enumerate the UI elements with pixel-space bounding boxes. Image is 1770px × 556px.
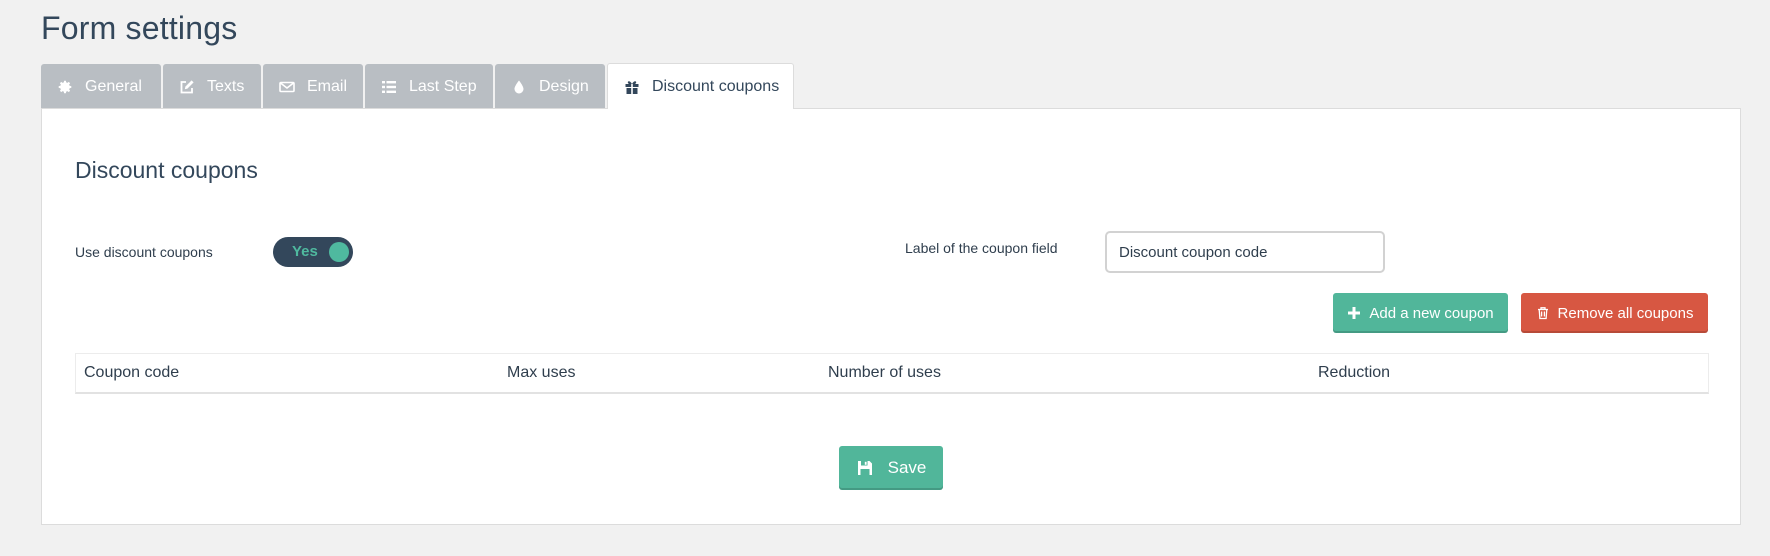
tab-label: General	[85, 77, 142, 95]
tab-discount-coupons[interactable]: Discount coupons	[607, 63, 794, 109]
gift-icon	[624, 79, 640, 95]
list-icon	[381, 79, 397, 95]
tab-label: Email	[307, 77, 348, 95]
save-button[interactable]: Save	[839, 446, 943, 490]
tab-general[interactable]: General	[41, 64, 161, 109]
remove-all-coupons-button[interactable]: Remove all coupons	[1521, 293, 1708, 333]
section-title: Discount coupons	[75, 157, 258, 183]
use-discount-coupons-toggle[interactable]: Yes	[273, 237, 353, 267]
gear-icon	[57, 79, 73, 95]
column-max-uses[interactable]: Max uses	[507, 364, 575, 382]
add-coupon-button[interactable]: Add a new coupon	[1333, 293, 1508, 333]
use-discount-coupons-label: Use discount coupons	[75, 244, 213, 260]
floppy-disk-icon	[856, 459, 874, 477]
tab-label: Texts	[207, 77, 245, 95]
coupons-table-header: Coupon code Max uses Number of uses Redu…	[75, 353, 1709, 394]
tab-design[interactable]: Design	[495, 64, 605, 109]
tab-last-step[interactable]: Last Step	[365, 64, 493, 109]
droplet-icon	[511, 79, 527, 95]
column-coupon-code[interactable]: Coupon code	[84, 364, 179, 382]
toggle-state-text: Yes	[292, 243, 318, 260]
tab-label: Discount coupons	[652, 77, 780, 95]
trash-icon	[1536, 306, 1550, 320]
toggle-knob	[329, 242, 349, 262]
column-reduction[interactable]: Reduction	[1318, 364, 1390, 382]
tab-label: Last Step	[409, 77, 477, 95]
page-title: Form settings	[41, 10, 238, 46]
settings-panel: Discount coupons Use discount coupons Ye…	[41, 108, 1741, 525]
edit-icon	[179, 79, 195, 95]
tab-texts[interactable]: Texts	[163, 64, 261, 109]
tab-email[interactable]: Email	[263, 64, 363, 109]
add-coupon-label: Add a new coupon	[1369, 304, 1494, 322]
tab-label: Design	[539, 77, 589, 95]
coupon-field-label: Label of the coupon field	[905, 240, 1058, 256]
settings-tabs: General Texts Email Last Step Design Dis…	[41, 63, 796, 109]
column-number-of-uses[interactable]: Number of uses	[828, 364, 941, 382]
coupon-field-label-input[interactable]	[1105, 231, 1385, 273]
save-label: Save	[887, 458, 927, 477]
envelope-icon	[279, 79, 295, 95]
plus-icon	[1347, 306, 1361, 320]
form-settings-page: Form settings General Texts Email Last S…	[0, 0, 1770, 556]
remove-all-coupons-label: Remove all coupons	[1557, 304, 1694, 322]
